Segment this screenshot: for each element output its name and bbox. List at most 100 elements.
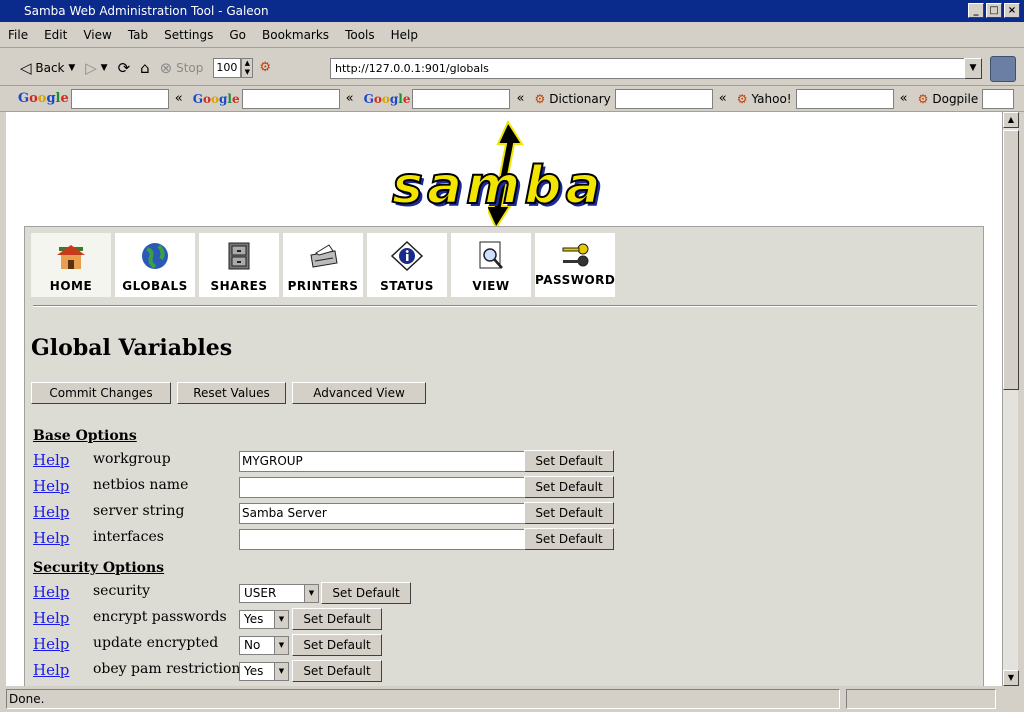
menu-file[interactable]: File (8, 28, 28, 42)
swat-panel: HOME GLOBALS SHARES PRINTERS STATUS VIEW… (24, 226, 984, 686)
set-default-button[interactable]: Set Default (292, 660, 382, 682)
google-search-input[interactable] (70, 88, 169, 109)
dogpile-search-input[interactable] (982, 88, 1015, 109)
forward-arrow-icon: ▷ (85, 58, 97, 77)
chevron-down-icon: ▼ (274, 663, 288, 680)
help-link[interactable]: Help (33, 529, 69, 547)
menu-tab[interactable]: Tab (128, 28, 148, 42)
chevron-down-icon: ▼ (274, 611, 288, 628)
zoom-input[interactable]: 100 (213, 57, 242, 78)
nav-toolbar: ◁ Back ▼ ▷ ▼ ⟳ ⌂ ⊗ Stop 100 ▲ ▼ ⚙ http://… (0, 50, 1024, 86)
zoom-stepper[interactable]: ▲ ▼ (241, 57, 254, 78)
close-button[interactable]: × (1004, 3, 1020, 18)
server-string-input[interactable]: Samba Server (239, 503, 525, 524)
set-default-button[interactable]: Set Default (524, 502, 614, 524)
set-default-button[interactable]: Set Default (524, 476, 614, 498)
scrollbar-thumb[interactable] (1003, 130, 1019, 390)
workgroup-input[interactable]: MYGROUP (239, 451, 525, 472)
set-default-button[interactable]: Set Default (524, 450, 614, 472)
help-link[interactable]: Help (33, 451, 69, 469)
back-dropdown-icon[interactable]: ▼ (68, 60, 75, 76)
google-groups-go-icon[interactable]: « (346, 91, 354, 106)
menu-edit[interactable]: Edit (44, 28, 67, 42)
obey-pam-restrictions-select[interactable]: Yes ▼ (239, 662, 289, 681)
security-select[interactable]: USER ▼ (239, 584, 319, 603)
tab-globals-label: GLOBALS (122, 279, 188, 293)
help-link[interactable]: Help (33, 583, 69, 601)
url-input[interactable]: http://127.0.0.1:901/globals (330, 58, 966, 79)
menu-bookmarks[interactable]: Bookmarks (262, 28, 329, 42)
tab-shares[interactable]: SHARES (199, 233, 279, 297)
tab-globals[interactable]: GLOBALS (115, 233, 195, 297)
update-encrypted-select[interactable]: No ▼ (239, 636, 289, 655)
advanced-view-button[interactable]: Advanced View (292, 382, 426, 404)
reload-button[interactable]: ⟳ (118, 60, 131, 76)
google-images-search-input[interactable] (412, 88, 511, 109)
forward-dropdown-icon[interactable]: ▼ (101, 60, 108, 76)
interfaces-input[interactable] (239, 529, 525, 550)
set-default-button[interactable]: Set Default (292, 634, 382, 656)
help-link[interactable]: Help (33, 503, 69, 521)
tab-status[interactable]: STATUS (367, 233, 447, 297)
status-text: Done. (6, 689, 840, 709)
scroll-up-button[interactable]: ▲ (1003, 112, 1019, 128)
dictionary-label: Dictionary (549, 91, 611, 106)
option-row-encrypt-passwords: Help encrypt passwords Yes ▼ Set Default (33, 608, 633, 633)
dictionary-search-input[interactable] (614, 88, 713, 109)
home-button[interactable]: ⌂ (140, 60, 150, 76)
set-default-button[interactable]: Set Default (292, 608, 382, 630)
page-scrollbar[interactable]: ▲ ▼ (1002, 112, 1019, 686)
encrypt-passwords-select-value: Yes (244, 612, 264, 626)
maximize-button[interactable]: □ (986, 3, 1002, 18)
yahoo-search-input[interactable] (795, 88, 894, 109)
dictionary-go-icon[interactable]: « (719, 91, 727, 106)
update-encrypted-select-value: No (244, 638, 261, 652)
tab-password[interactable]: PASSWORD (535, 233, 615, 297)
google-groups-logo: Google (192, 91, 240, 106)
menu-settings[interactable]: Settings (164, 28, 213, 42)
statusbar: Done. (0, 686, 1024, 712)
info-icon (391, 241, 423, 271)
tab-printers[interactable]: PRINTERS (283, 233, 363, 297)
option-label: interfaces (93, 529, 164, 545)
back-button[interactable]: ◁ Back ▼ (20, 60, 75, 76)
option-label: netbios name (93, 477, 189, 493)
scroll-down-button[interactable]: ▼ (1003, 670, 1019, 686)
help-link[interactable]: Help (33, 661, 69, 679)
commit-changes-button[interactable]: Commit Changes (31, 382, 171, 404)
google-search-go-icon[interactable]: « (175, 91, 183, 106)
back-arrow-icon: ◁ (20, 58, 32, 77)
tab-home[interactable]: HOME (31, 233, 111, 297)
url-dropdown-button[interactable]: ▼ (964, 58, 982, 79)
menu-go[interactable]: Go (229, 28, 246, 42)
window-titlebar: Samba Web Administration Tool - Galeon _… (0, 0, 1024, 22)
reset-values-button[interactable]: Reset Values (177, 382, 286, 404)
google-images-go-icon[interactable]: « (516, 91, 524, 106)
window-title: Samba Web Administration Tool - Galeon (24, 4, 269, 18)
help-link[interactable]: Help (33, 635, 69, 653)
yahoo-go-icon[interactable]: « (900, 91, 908, 106)
tab-view[interactable]: VIEW (451, 233, 531, 297)
set-default-button[interactable]: Set Default (524, 528, 614, 550)
option-row-server-string: Help server string Samba Server Set Defa… (33, 502, 633, 527)
menu-help[interactable]: Help (391, 28, 418, 42)
home-icon: ⌂ (140, 58, 150, 77)
netbios-name-input[interactable] (239, 477, 525, 498)
minimize-button[interactable]: _ (968, 3, 984, 18)
menu-tools[interactable]: Tools (345, 28, 375, 42)
help-link[interactable]: Help (33, 609, 69, 627)
option-label: server string (93, 503, 185, 519)
help-link[interactable]: Help (33, 477, 69, 495)
file-cabinet-icon (228, 242, 250, 270)
forward-button[interactable]: ▷ ▼ (85, 60, 107, 76)
page-title: Global Variables (31, 335, 233, 361)
dogpile-search: ⚙ Dogpile (918, 88, 1015, 109)
set-default-button[interactable]: Set Default (321, 582, 411, 604)
menu-view[interactable]: View (83, 28, 111, 42)
google-groups-search-input[interactable] (241, 88, 340, 109)
option-row-security: Help security USER ▼ Set Default (33, 582, 633, 607)
encrypt-passwords-select[interactable]: Yes ▼ (239, 610, 289, 629)
option-row-interfaces: Help interfaces Set Default (33, 528, 633, 553)
stop-button[interactable]: ⊗ Stop (160, 60, 204, 76)
option-label: workgroup (93, 451, 171, 467)
